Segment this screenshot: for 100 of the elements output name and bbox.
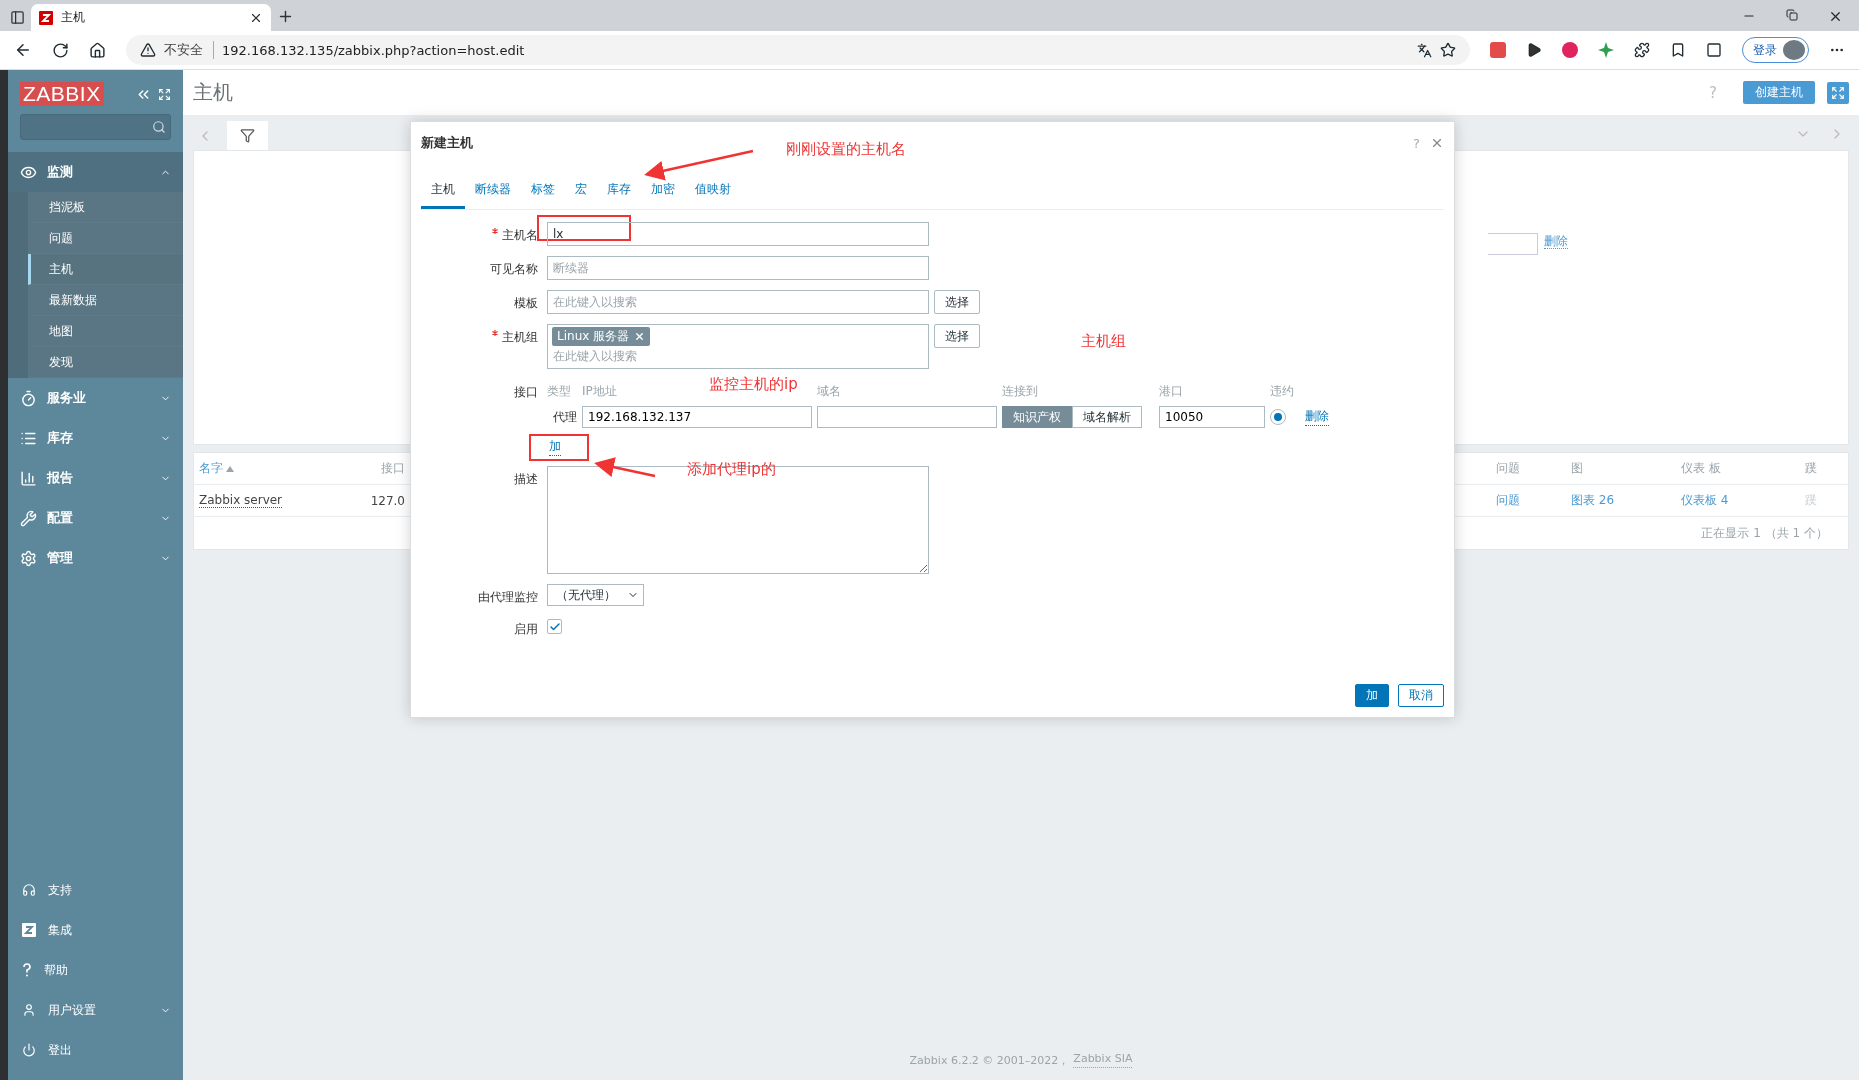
menu-item[interactable]: 集成 <box>8 910 183 950</box>
column-header: 连接到 <box>1002 383 1038 400</box>
tab[interactable]: 主机 <box>421 174 465 209</box>
add-button[interactable]: 加 <box>1355 684 1389 707</box>
collections-icon[interactable] <box>1706 42 1722 58</box>
select-button[interactable]: 选择 <box>934 290 980 314</box>
column-header[interactable]: 名字 <box>199 460 365 477</box>
table-link[interactable]: 问题 <box>1496 492 1520 509</box>
extension-icon[interactable] <box>1562 42 1578 58</box>
ip-field[interactable]: 192.168.132.137 <box>582 406 812 428</box>
submenu-item[interactable]: 地图 <box>28 316 183 347</box>
favorites-icon[interactable] <box>1670 42 1686 58</box>
pager-text: 正在显示 1 （共 1 个） <box>1701 524 1828 542</box>
copyright-text: Zabbix 6.2.2 © 2001–2022， <box>909 1052 1070 1068</box>
templates-field[interactable]: 在此键入以搜索 <box>547 290 929 314</box>
browser-tab[interactable]: 主机 <box>31 4 271 31</box>
menu-icon <box>20 469 37 487</box>
play-icon[interactable] <box>1526 42 1542 58</box>
tab-actions-icon[interactable] <box>10 10 25 25</box>
tab[interactable]: 值映射 <box>685 174 741 209</box>
connect-option[interactable]: 知识产权 <box>1002 406 1072 428</box>
cancel-button[interactable]: 取消 <box>1398 684 1444 707</box>
select-button[interactable]: 选择 <box>934 324 980 348</box>
table-cell: 127.0 <box>370 493 405 508</box>
field-label: 模板 <box>514 295 538 312</box>
column-header: 港口 <box>1159 383 1183 400</box>
column-header: IP地址 <box>582 383 617 400</box>
extensions-icon[interactable] <box>1634 42 1650 58</box>
field-label: 主机名 <box>502 227 538 244</box>
field-label: 可见名称 <box>490 261 538 278</box>
add-link[interactable]: 加 <box>549 438 561 456</box>
menu-item[interactable]: 用户设置 <box>8 990 183 1030</box>
column-header: 接口 <box>380 460 405 477</box>
menu-item[interactable]: 支持 <box>8 870 183 910</box>
connect-option[interactable]: 域名解析 <box>1072 406 1142 428</box>
user-icon <box>22 1003 36 1017</box>
menu-item[interactable]: 配置 <box>8 498 183 538</box>
field-label: 接口 <box>514 384 538 401</box>
annotation-text: 主机组 <box>1081 332 1126 351</box>
submenu-item[interactable]: 最新数据 <box>28 285 183 316</box>
submenu-item[interactable]: 问题 <box>28 223 183 254</box>
tab[interactable]: 库存 <box>597 174 641 209</box>
menu-item[interactable]: 服务业 <box>8 378 183 418</box>
security-label: 不安全 <box>164 41 214 59</box>
logo: ZABBIX <box>20 82 104 106</box>
submenu-item[interactable]: 主机 <box>28 254 183 285</box>
reload-icon[interactable] <box>52 41 69 59</box>
host-groups-field[interactable]: 在此键入以搜索 <box>552 346 662 366</box>
create-host-button[interactable]: 创建主机 <box>1743 81 1815 104</box>
menu-item[interactable]: 帮助 <box>8 950 183 990</box>
tab[interactable]: 加密 <box>641 174 685 209</box>
remove-icon[interactable] <box>634 331 646 342</box>
table-link[interactable]: Zabbix server <box>199 493 283 508</box>
warning-icon <box>140 42 156 58</box>
favorite-icon[interactable] <box>1440 42 1456 58</box>
power-icon <box>22 1043 36 1057</box>
back-icon[interactable] <box>14 41 32 59</box>
host-name-field[interactable]: lx <box>547 222 929 246</box>
search-field[interactable] <box>20 114 171 140</box>
remove-link[interactable]: 删除 <box>1544 233 1568 249</box>
extension-icon[interactable] <box>1598 42 1614 58</box>
filter-tab[interactable] <box>227 121 268 150</box>
port-field[interactable]: 10050 <box>1159 406 1265 428</box>
annotation-text: 监控主机的ip <box>709 375 798 394</box>
restore-icon[interactable] <box>1786 9 1798 21</box>
new-tab-icon[interactable] <box>277 8 294 25</box>
profile-button[interactable]: 登录 <box>1742 37 1809 63</box>
tab[interactable]: 断续器 <box>465 174 521 209</box>
tab[interactable]: 宏 <box>565 174 597 209</box>
url-text: 192.168.132.135/zabbix.php?action=host.edit <box>222 42 526 58</box>
filter-icon <box>240 128 255 143</box>
column-header: 违约 <box>1270 383 1294 400</box>
table-link[interactable]: 仪表板 4 <box>1681 492 1729 509</box>
submenu-item[interactable]: 发现 <box>28 347 183 378</box>
visible-name-field[interactable]: 断续器 <box>547 256 929 280</box>
integration-icon <box>22 923 36 937</box>
proxy-select[interactable]: （无代理） <box>547 584 644 606</box>
enabled-checkbox[interactable] <box>547 619 562 634</box>
dns-field[interactable] <box>817 406 997 428</box>
column-header: 图 <box>1571 460 1584 477</box>
filter-field[interactable] <box>1488 233 1538 255</box>
fullscreen-button[interactable] <box>1827 81 1849 104</box>
remove-link[interactable]: 删除 <box>1305 408 1329 426</box>
field-label: 主机组 <box>502 329 538 346</box>
translate-icon[interactable] <box>1417 42 1432 58</box>
menu-item[interactable]: 报告 <box>8 458 183 498</box>
table-link[interactable]: 图表 26 <box>1571 492 1615 509</box>
menu-item[interactable]: 管理 <box>8 538 183 578</box>
menu-item[interactable]: 登出 <box>8 1030 183 1070</box>
column-header: 仪表 板 <box>1681 460 1722 477</box>
group-tag: Linux 服务器 <box>552 327 651 346</box>
tab-title: 主机 <box>61 9 86 26</box>
tab[interactable]: 标签 <box>521 174 565 209</box>
home-icon[interactable] <box>89 41 106 59</box>
menu-item[interactable]: 库存 <box>8 418 183 458</box>
column-header: 蹼 <box>1805 460 1818 477</box>
close-icon[interactable] <box>1828 9 1843 24</box>
address-bar[interactable]: 不安全 192.168.132.135/zabbix.php?action=host.edit <box>126 35 1470 65</box>
menu-item[interactable]: 监测 <box>8 152 183 192</box>
submenu-item[interactable]: 挡泥板 <box>28 192 183 223</box>
